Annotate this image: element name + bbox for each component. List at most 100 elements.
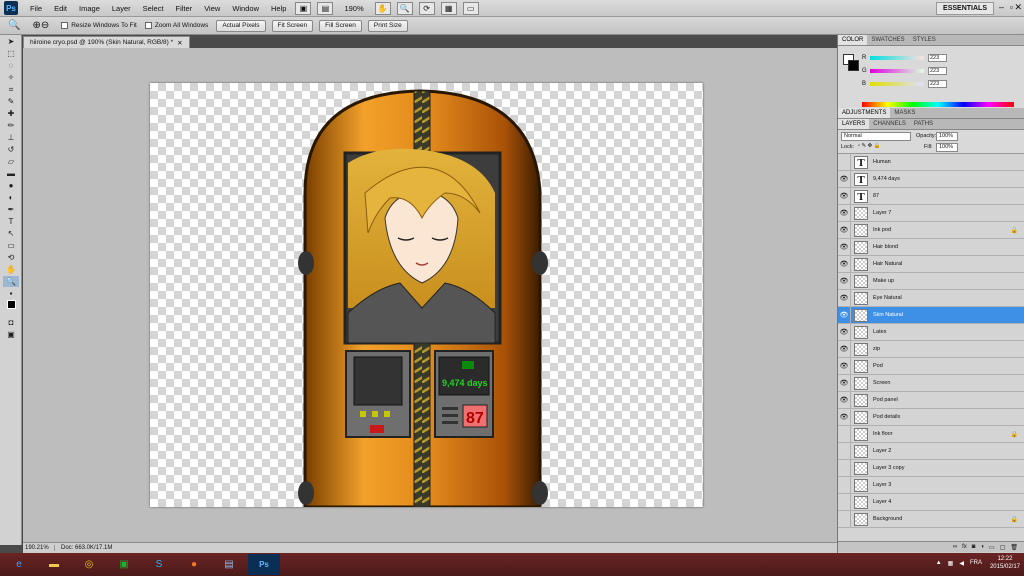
menu-filter[interactable]: Filter <box>170 4 199 13</box>
eraser-tool-icon[interactable]: ▱ <box>3 156 19 167</box>
link-layers-icon[interactable]: ∞ <box>953 544 957 550</box>
visibility-eye-icon[interactable] <box>838 510 851 528</box>
close-tab-icon[interactable]: ✕ <box>177 39 182 47</box>
layer-name[interactable]: Latex <box>873 329 886 335</box>
screen-mode-icon[interactable]: ▭ <box>462 1 479 15</box>
layer-name[interactable]: 87 <box>873 193 879 199</box>
layer-name[interactable]: Make up <box>873 278 894 284</box>
rotate-view-icon[interactable]: ⟳ <box>418 1 435 15</box>
restore-icon[interactable]: ▫ <box>1010 2 1013 12</box>
layer-name[interactable]: Skin Natural <box>873 312 903 318</box>
lock-icons[interactable]: ▫ ✎ ✥ 🔒 <box>858 143 881 149</box>
adjustment-layer-icon[interactable]: ◑ <box>980 544 984 550</box>
visibility-eye-icon[interactable]: 👁 <box>838 187 851 205</box>
3d-rotate-tool-icon[interactable]: ⟲ <box>3 252 19 263</box>
zoom-tool-preset-icon[interactable]: 🔍 <box>8 20 20 31</box>
layer-row[interactable]: 👁 Hair blond <box>838 238 1024 256</box>
visibility-eye-icon[interactable]: 👁 <box>838 238 851 256</box>
visibility-eye-icon[interactable]: 👁 <box>838 374 851 392</box>
brush-tool-icon[interactable]: ✏ <box>3 120 19 131</box>
menu-select[interactable]: Select <box>137 4 170 13</box>
layer-name[interactable]: Background <box>873 516 902 522</box>
photos-icon[interactable]: ▤ <box>213 554 245 575</box>
eyedropper-tool-icon[interactable]: ✎ <box>3 96 19 107</box>
tab-paths[interactable]: PATHS <box>910 119 937 129</box>
default-colors-icon[interactable]: ▪ <box>3 288 19 299</box>
layer-name[interactable]: Screen <box>873 380 890 386</box>
layer-row[interactable]: 👁 Skin Natural <box>838 306 1024 324</box>
menu-image[interactable]: Image <box>73 4 106 13</box>
layer-row[interactable]: 👁 Pod panel <box>838 391 1024 409</box>
text-layer-thumbnail[interactable]: T <box>854 172 868 186</box>
clock[interactable]: 12:22 2015/02/17 <box>990 555 1020 571</box>
layer-name[interactable]: Ink pod <box>873 227 891 233</box>
menu-view[interactable]: View <box>198 4 226 13</box>
delete-layer-icon[interactable]: 🗑 <box>1010 544 1018 551</box>
new-group-icon[interactable]: ▭ <box>989 544 995 551</box>
visibility-eye-icon[interactable]: 👁 <box>838 357 851 375</box>
background-color-swatch[interactable] <box>848 60 859 71</box>
layer-thumbnail[interactable] <box>854 342 868 356</box>
layer-thumbnail[interactable] <box>854 291 868 305</box>
fill-screen-button[interactable]: Fill Screen <box>319 19 362 32</box>
file-explorer-icon[interactable]: ▬ <box>38 554 70 575</box>
screen-mode-tool-icon[interactable]: ▣ <box>3 329 19 340</box>
hand-icon[interactable]: ✋ <box>374 1 391 15</box>
zoom-icon[interactable]: 🔍 <box>396 1 413 15</box>
tab-adjustments[interactable]: ADJUSTMENTS <box>838 108 891 118</box>
visibility-eye-icon[interactable] <box>838 154 851 171</box>
layer-name[interactable]: Layer 7 <box>873 210 891 216</box>
color-spectrum[interactable] <box>862 102 1014 107</box>
pen-tool-icon[interactable]: ✒ <box>3 204 19 215</box>
quick-select-tool-icon[interactable]: ✧ <box>3 72 19 83</box>
skype-icon[interactable]: S <box>143 554 175 575</box>
artboard[interactable]: 9,474 days 87 <box>150 83 703 509</box>
green-slider[interactable] <box>870 68 924 73</box>
layer-thumbnail[interactable] <box>854 223 868 237</box>
blur-tool-icon[interactable]: ● <box>3 180 19 191</box>
zoom-tool-icon[interactable]: 🔍 <box>3 276 19 287</box>
document-tab[interactable]: hiiroine cryo.psd @ 190% (Skin Natural, … <box>23 36 190 48</box>
close-icon[interactable]: ✕ <box>1014 2 1022 13</box>
fill-input[interactable]: 100% <box>936 143 958 152</box>
layer-row[interactable]: 👁 Eye Natural <box>838 289 1024 307</box>
workspace-switcher[interactable]: ESSENTIALS <box>936 2 994 15</box>
zoom-in-out-icons[interactable]: ⊕⊖ <box>32 20 49 31</box>
layer-name[interactable]: zip <box>873 346 880 352</box>
red-value[interactable]: 223 <box>928 53 947 62</box>
layer-row[interactable]: Layer 3 copy <box>838 459 1024 477</box>
visibility-eye-icon[interactable]: 👁 <box>838 204 851 222</box>
layer-thumbnail[interactable] <box>854 512 868 526</box>
firefox-icon[interactable]: ● <box>178 554 210 575</box>
color-swatches-icon[interactable] <box>3 300 19 316</box>
layer-row[interactable]: 👁 Latex <box>838 323 1024 341</box>
layer-row[interactable]: Layer 4 <box>838 493 1024 511</box>
layer-row[interactable]: 👁 T 87 <box>838 187 1024 205</box>
network-icon[interactable]: ▦ <box>948 560 954 567</box>
visibility-eye-icon[interactable]: 👁 <box>838 340 851 358</box>
layer-row[interactable]: 👁 T 9,474 days <box>838 170 1024 188</box>
blend-mode-select[interactable]: Normal <box>841 132 911 141</box>
layer-name[interactable]: Layer 2 <box>873 448 891 454</box>
print-size-button[interactable]: Print Size <box>367 19 408 32</box>
layer-thumbnail[interactable] <box>854 240 868 254</box>
visibility-eye-icon[interactable] <box>838 459 851 477</box>
actual-pixels-button[interactable]: Actual Pixels <box>216 19 266 32</box>
text-layer-thumbnail[interactable]: T <box>854 155 868 169</box>
layer-row[interactable]: 👁 Screen <box>838 374 1024 392</box>
path-select-tool-icon[interactable]: ↖ <box>3 228 19 239</box>
tab-swatches[interactable]: SWATCHES <box>867 35 908 45</box>
minimize-icon[interactable]: – <box>999 2 1004 12</box>
visibility-eye-icon[interactable]: 👁 <box>838 272 851 290</box>
visibility-eye-icon[interactable] <box>838 425 851 443</box>
resize-windows-checkbox[interactable]: Resize Windows To Fit <box>61 22 137 29</box>
layer-name[interactable]: Eye Natural <box>873 295 902 301</box>
tab-layers[interactable]: LAYERS <box>838 119 870 129</box>
tab-styles[interactable]: STYLES <box>909 35 940 45</box>
quick-mask-icon[interactable]: ◘ <box>3 317 19 328</box>
menu-file[interactable]: File <box>24 4 48 13</box>
canvas-area[interactable]: 9,474 days 87 <box>23 48 837 542</box>
photoshop-task-icon[interactable]: Ps <box>248 554 280 575</box>
crop-tool-icon[interactable]: ⌗ <box>3 84 19 95</box>
clone-stamp-tool-icon[interactable]: ⊥ <box>3 132 19 143</box>
